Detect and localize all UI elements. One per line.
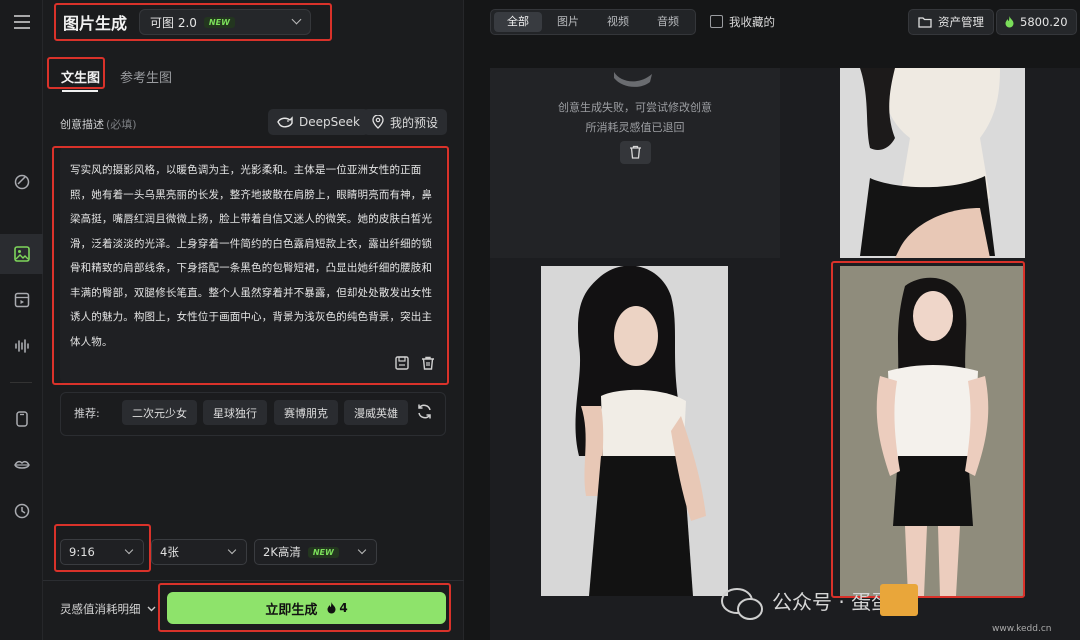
quality-select[interactable]: 2K高清 NEW — [254, 539, 377, 565]
result-image-3[interactable] — [840, 266, 1025, 596]
portrait-image — [541, 266, 728, 596]
tab-text-to-image[interactable]: 文生图 — [61, 67, 100, 86]
presets-label: 我的预设 — [390, 115, 439, 130]
flame-icon — [327, 602, 336, 614]
model-select[interactable]: 可图 2.0 NEW — [139, 9, 311, 35]
generate-button[interactable]: 立即生成 4 — [167, 592, 446, 624]
filter-all[interactable]: 全部 — [494, 12, 542, 32]
balance-display[interactable]: 5800.20 — [996, 9, 1077, 35]
tab-reference-image[interactable]: 参考生图 — [120, 67, 172, 86]
menu-icon[interactable] — [0, 2, 43, 42]
chevron-down-icon — [291, 14, 302, 25]
presets-button[interactable]: 我的预设 — [363, 109, 448, 135]
result-image-2[interactable] — [541, 266, 728, 596]
cost-detail-link[interactable]: 灵感值消耗明细 — [60, 601, 156, 617]
filter-audio[interactable]: 音频 — [645, 12, 691, 32]
result-image-1[interactable] — [840, 68, 1025, 258]
favorites-checkbox[interactable] — [710, 15, 723, 28]
watermark: 公众号 · 蛋蛋 www.kedd.cn — [720, 580, 1080, 640]
prompt-text[interactable]: 写实风的摄影风格，以暖色调为主，光影柔和。主体是一位亚洲女性的正面照，她有着一头… — [70, 158, 440, 354]
portrait-image — [840, 266, 1025, 596]
wechat-icon — [721, 588, 763, 620]
watermark-text: 公众号 · 蛋蛋 — [772, 590, 892, 614]
prompt-label: 创意描述 (必填) — [60, 118, 137, 131]
fail-refund-message: 所消耗灵感值已退回 — [585, 121, 685, 134]
refresh-icon[interactable] — [416, 403, 433, 423]
video-icon[interactable] — [0, 280, 43, 320]
count-select[interactable]: 4张 — [151, 539, 247, 565]
chevron-down-icon — [147, 606, 156, 612]
recommend-label: 推荐: — [74, 407, 100, 420]
recommend-chip[interactable]: 漫威英雄 — [344, 400, 408, 425]
cost-badge: 4 — [327, 601, 348, 615]
filter-videos[interactable]: 视频 — [595, 12, 641, 32]
footer-divider — [43, 580, 464, 581]
watermark-site: www.kedd.cn — [992, 624, 1052, 634]
trash-icon[interactable] — [420, 355, 436, 371]
generate-label: 立即生成 — [265, 602, 318, 618]
failed-image-icon — [614, 72, 652, 87]
chevron-down-icon — [227, 545, 237, 555]
watermark-logo — [880, 584, 918, 616]
recommend-chip[interactable]: 二次元少女 — [122, 400, 197, 425]
recommend-chip[interactable]: 星球独行 — [203, 400, 267, 425]
deepseek-button[interactable]: DeepSeek — [268, 109, 369, 135]
lips-icon[interactable] — [0, 445, 43, 485]
trash-icon — [630, 145, 641, 159]
model-name: 可图 2.0 — [150, 15, 197, 30]
chevron-down-icon — [124, 545, 134, 555]
phone-icon[interactable] — [0, 399, 43, 439]
count-value: 4张 — [160, 545, 179, 559]
active-tab-indicator — [62, 90, 98, 92]
filter-images[interactable]: 图片 — [545, 12, 591, 32]
history-icon[interactable] — [0, 491, 43, 531]
delete-result-button[interactable] — [620, 141, 651, 164]
flame-icon — [1005, 16, 1014, 28]
image-gen-icon[interactable] — [0, 234, 43, 274]
portrait-image — [840, 68, 1025, 258]
favorites-label[interactable]: 我收藏的 — [729, 14, 775, 30]
new-badge: NEW — [203, 16, 235, 28]
page-title: 图片生成 — [63, 14, 128, 33]
save-icon[interactable] — [394, 355, 410, 371]
chevron-down-icon — [357, 545, 367, 555]
deepseek-label: DeepSeek — [299, 115, 360, 129]
ratio-value: 9:16 — [69, 545, 95, 559]
folder-icon — [918, 17, 932, 28]
new-badge: NEW — [307, 546, 339, 558]
ratio-select[interactable]: 9:16 — [60, 539, 144, 565]
fail-message: 创意生成失败，可尝试修改创意 — [558, 101, 712, 114]
sticker-icon[interactable] — [0, 162, 43, 202]
location-pin-icon — [372, 115, 384, 129]
assets-button[interactable]: 资产管理 — [908, 9, 994, 35]
recommend-chip[interactable]: 赛博朋克 — [274, 400, 338, 425]
left-rail — [0, 0, 43, 640]
audio-icon[interactable] — [0, 326, 43, 366]
filter-segmented: 全部 图片 视频 音频 — [490, 9, 696, 35]
quality-value: 2K高清 — [263, 545, 301, 559]
whale-icon — [277, 116, 293, 128]
